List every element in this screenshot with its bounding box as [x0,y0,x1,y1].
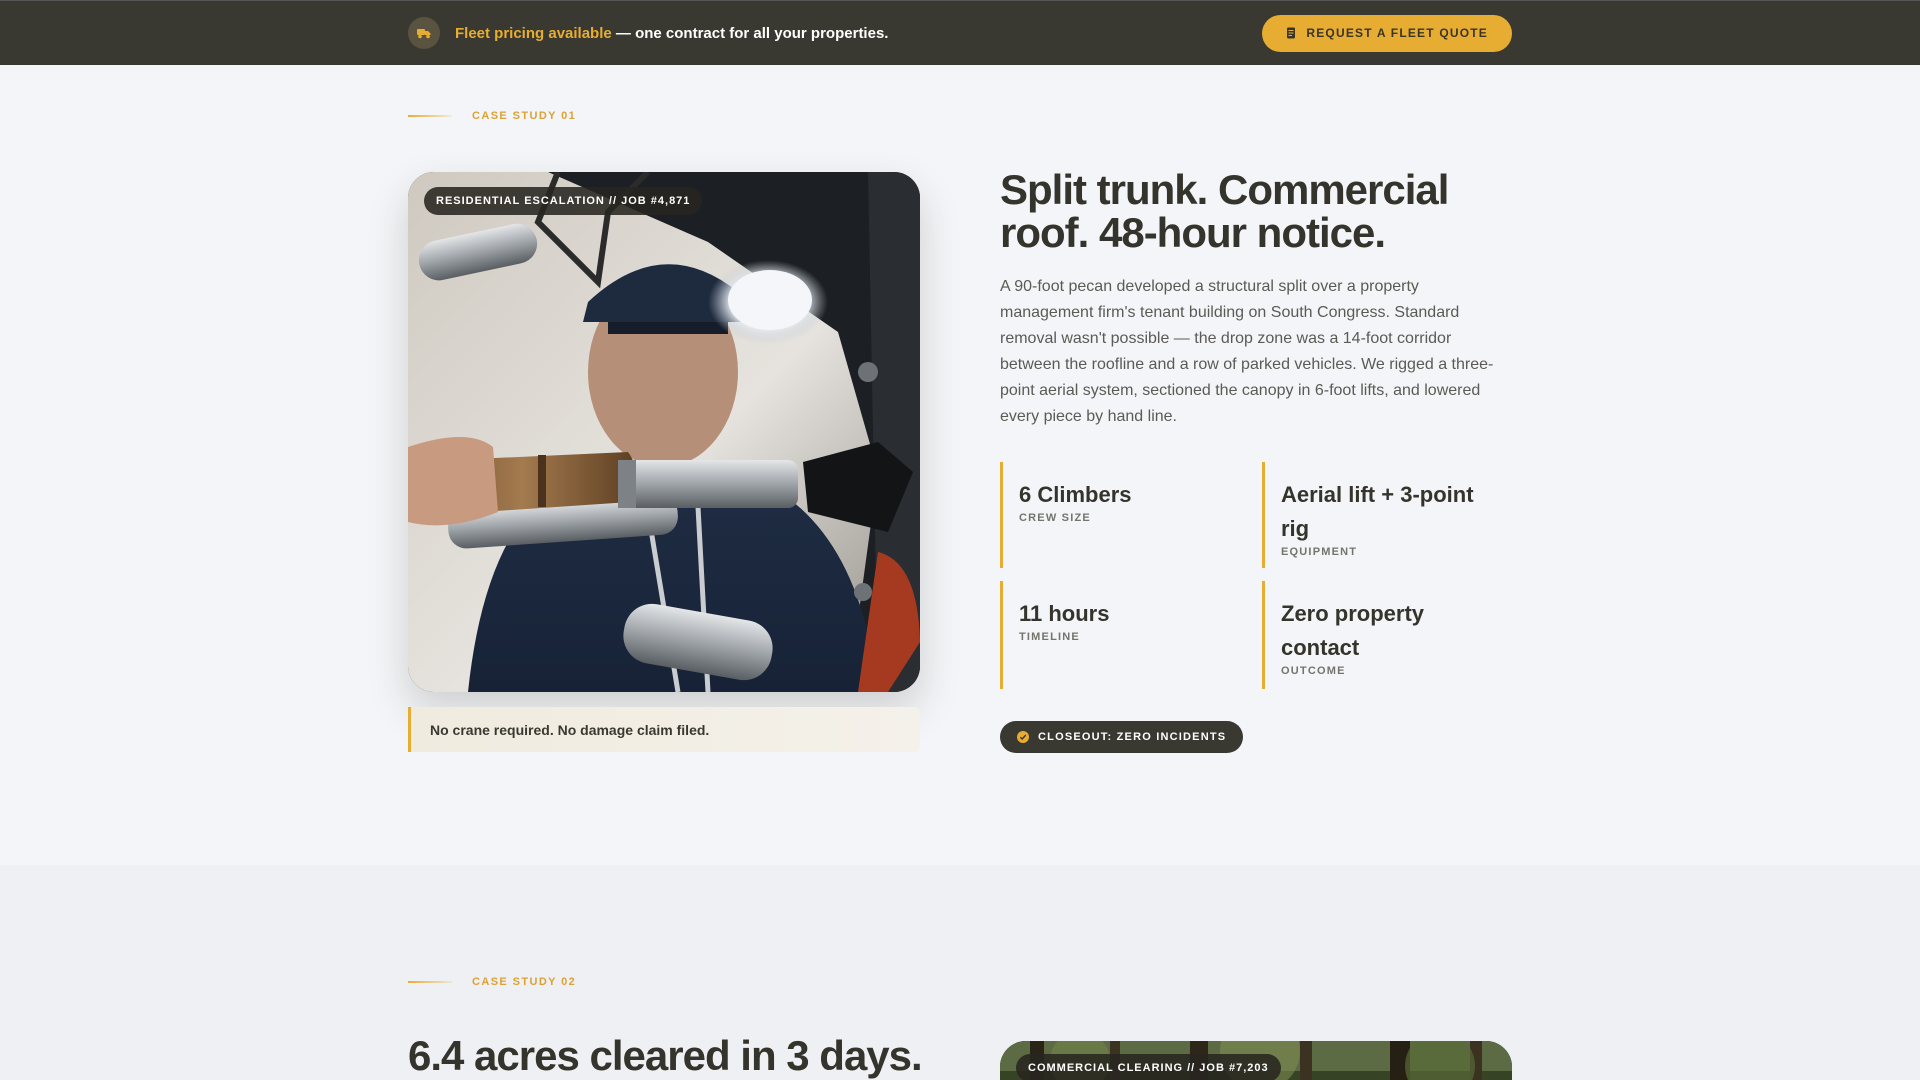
document-icon [1286,27,1296,39]
stat-outcome: Zero property contact OUTCOME [1262,581,1502,689]
request-fleet-quote-label: REQUEST A FLEET QUOTE [1306,26,1488,40]
request-fleet-quote-button[interactable]: REQUEST A FLEET QUOTE [1262,14,1512,52]
case-study-1-photo: RESIDENTIAL ESCALATION // JOB #4,871 [408,172,920,692]
eyebrow-label: CASE STUDY 02 [472,976,577,988]
closeout-label: CLOSEOUT: ZERO INCIDENTS [1038,731,1227,743]
stat-label: OUTCOME [1281,665,1346,677]
banner-text: Fleet pricing available — one contract f… [455,25,888,42]
stat-crew-size: 6 Climbers CREW SIZE [1000,462,1230,568]
arborist-photo-illustration [408,172,920,692]
case-study-2-photo: COMMERCIAL CLEARING // JOB #7,203 [1000,1041,1512,1080]
case-study-1-body: A 90-foot pecan developed a structural s… [1000,278,1494,425]
job-tag: RESIDENTIAL ESCALATION // JOB #4,871 [424,187,703,215]
stat-value: Zero property contact [1281,601,1425,660]
eyebrow-label: CASE STUDY 01 [472,110,577,122]
check-icon [1017,731,1029,743]
eyebrow-line [408,115,452,117]
banner-message: Fleet pricing available — one contract f… [408,17,888,49]
case-study-2-section [0,865,1920,1080]
case-study-1-callout: No crane required. No damage claim filed… [408,707,920,752]
stat-value: Aerial lift + 3-point rig [1281,482,1474,541]
case-study-2-eyebrow: CASE STUDY 02 [408,976,576,988]
case-study-2-title: 6.4 acres cleared in 3 days. [408,1032,923,1079]
truck-icon [408,17,440,49]
fleet-pricing-link[interactable]: Fleet pricing available [455,25,612,42]
job-tag: COMMERCIAL CLEARING // JOB #7,203 [1016,1054,1281,1080]
stat-value: 6 Climbers [1019,482,1132,507]
fleet-banner: Fleet pricing available — one contract f… [0,0,1920,65]
stat-label: TIMELINE [1019,631,1080,643]
stat-label: EQUIPMENT [1281,546,1358,558]
case-study-1-eyebrow: CASE STUDY 01 [408,110,576,122]
stat-timeline: 11 hours TIMELINE [1000,581,1230,689]
banner-text-rest: — one contract for all your properties. [615,24,889,42]
eyebrow-line [408,981,452,983]
case-study-1-title: Split trunk. Commercial roof. 48-hour no… [1000,166,1449,256]
stat-equipment: Aerial lift + 3-point rig EQUIPMENT [1262,462,1502,568]
stat-value: 11 hours [1019,601,1110,626]
banner-inner: Fleet pricing available — one contract f… [408,14,1512,52]
closeout-badge: CLOSEOUT: ZERO INCIDENTS [1000,721,1244,753]
stat-label: CREW SIZE [1019,512,1091,524]
